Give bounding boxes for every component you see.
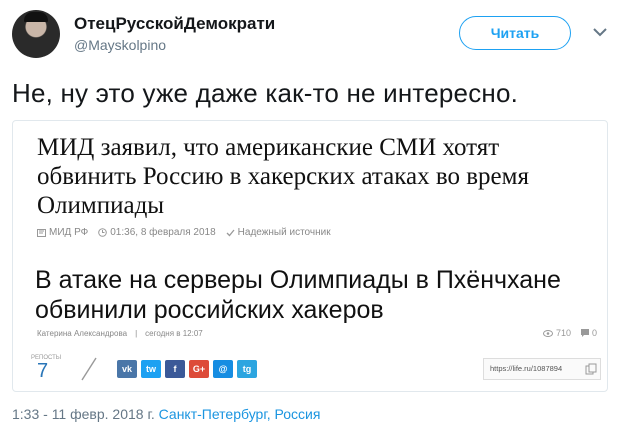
googleplus-icon: G+ bbox=[192, 364, 206, 374]
share-row: РЕПОСТЫ 7 vk tw f G+ @ tg https://life.r… bbox=[31, 355, 601, 383]
comments-stat: 0 bbox=[580, 328, 597, 338]
embedded-image-card[interactable]: МИД заявил, что американские СМИ хотят о… bbox=[12, 120, 608, 392]
share-telegram-button[interactable]: tg bbox=[237, 360, 257, 378]
article-url: https://life.ru/1087894 bbox=[490, 364, 563, 373]
chevron-down-icon[interactable] bbox=[592, 26, 608, 38]
tweet-text: Не, ну это уже даже как-то не интересно. bbox=[12, 78, 519, 108]
at-icon: @ bbox=[218, 364, 228, 374]
eye-icon bbox=[542, 329, 553, 337]
share-vk-button[interactable]: vk bbox=[117, 360, 137, 378]
reposts-count: 7 bbox=[37, 360, 49, 382]
follow-button[interactable]: Читать bbox=[459, 16, 571, 50]
time-label: 01:36, 8 февраля 2018 bbox=[110, 227, 216, 238]
article-meta: Катерина Александрова | сегодня в 12:07 bbox=[37, 329, 203, 338]
share-facebook-button[interactable]: f bbox=[165, 360, 185, 378]
copy-icon[interactable] bbox=[585, 363, 597, 375]
facebook-icon: f bbox=[173, 364, 177, 374]
source-label: МИД РФ bbox=[49, 227, 89, 238]
reposts-counter: РЕПОСТЫ 7 bbox=[31, 355, 71, 381]
vk-icon: vk bbox=[121, 364, 132, 374]
article-time: сегодня в 12:07 bbox=[145, 329, 203, 338]
views-count: 710 bbox=[555, 328, 571, 338]
avatar[interactable] bbox=[12, 10, 60, 58]
comment-icon bbox=[580, 329, 589, 337]
headline-secondary: В атаке на серверы Олимпиады в Пхёнчхане… bbox=[35, 266, 561, 324]
user-name[interactable]: ОтецРусскойДемократи bbox=[74, 14, 275, 34]
telegram-icon: tg bbox=[242, 364, 252, 374]
share-email-button[interactable]: @ bbox=[213, 360, 233, 378]
tweet-header: ОтецРусскойДемократи @Mayskolpino Читать bbox=[12, 10, 608, 60]
time-item: 01:36, 8 февраля 2018 bbox=[98, 227, 216, 238]
clock-icon bbox=[98, 228, 108, 237]
twitter-icon: tw bbox=[146, 364, 156, 374]
article-url-box[interactable]: https://life.ru/1087894 bbox=[483, 358, 601, 380]
checkmark-icon bbox=[226, 229, 235, 236]
share-googleplus-button[interactable]: G+ bbox=[189, 360, 209, 378]
separator: | bbox=[135, 329, 138, 338]
headline-primary: МИД заявил, что американские СМИ хотят о… bbox=[37, 134, 529, 219]
source-item: МИД РФ bbox=[37, 227, 88, 238]
reliability-item: Надежный источник bbox=[226, 227, 331, 238]
divider-slash bbox=[81, 357, 97, 381]
article-stats: 710 0 bbox=[542, 328, 597, 338]
reliability-label: Надежный источник bbox=[237, 227, 331, 238]
comments-count: 0 bbox=[591, 328, 597, 338]
views-stat: 710 bbox=[542, 328, 571, 338]
tweet-datetime[interactable]: 1:33 - 11 февр. 2018 г. bbox=[12, 406, 155, 422]
author-label: Катерина Александрова bbox=[37, 329, 128, 338]
flag-icon bbox=[37, 228, 46, 237]
tweet-location[interactable]: Санкт-Петербург, Россия bbox=[159, 406, 321, 422]
tweet-footer: 1:33 - 11 февр. 2018 г. Санкт-Петербург,… bbox=[12, 406, 320, 422]
user-handle[interactable]: @Mayskolpino bbox=[74, 37, 166, 53]
share-twitter-button[interactable]: tw bbox=[141, 360, 161, 378]
headline-meta: МИД РФ 01:36, 8 февраля 2018 Надежный ис… bbox=[37, 227, 331, 238]
